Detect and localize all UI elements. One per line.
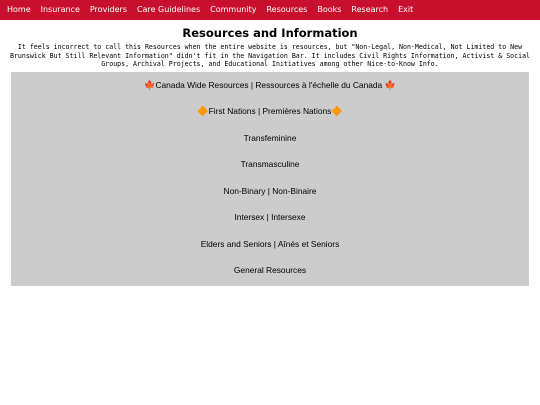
nav-research[interactable]: Research: [346, 0, 393, 20]
nav-community[interactable]: Community: [205, 0, 261, 20]
intro-text: It feels incorrect to call this Resource…: [9, 43, 531, 69]
link-general-resources[interactable]: General Resources: [11, 264, 529, 291]
orange-diamond-icon: 🔶: [331, 106, 343, 117]
link-intersex[interactable]: Intersex | Intersexe: [11, 211, 529, 238]
nav-exit[interactable]: Exit: [393, 0, 418, 20]
link-elders-seniors[interactable]: Elders and Seniors | Aînés et Seniors: [11, 238, 529, 265]
orange-diamond-icon: 🔶: [197, 106, 209, 117]
nav-care-guidelines[interactable]: Care Guidelines: [132, 0, 205, 20]
maple-leaf-icon: 🍁: [384, 79, 396, 90]
nav-providers[interactable]: Providers: [85, 0, 132, 20]
nav-insurance[interactable]: Insurance: [36, 0, 85, 20]
nav-home[interactable]: Home: [2, 0, 36, 20]
page-title: Resources and Information: [182, 26, 358, 40]
link-first-nations[interactable]: 🔶First Nations | Premières Nations🔶: [11, 105, 529, 132]
link-transfeminine[interactable]: Transfeminine: [11, 132, 529, 159]
nav-books[interactable]: Books: [312, 0, 346, 20]
link-first-nations-label: First Nations | Premières Nations: [208, 106, 332, 117]
nav-resources[interactable]: Resources: [261, 0, 312, 20]
nav-bar: Home Insurance Providers Care Guidelines…: [0, 0, 540, 20]
resource-links-panel: 🍁Canada Wide Resources | Ressources à l'…: [11, 71, 529, 286]
link-non-binary[interactable]: Non-Binary | Non-Binaire: [11, 185, 529, 212]
link-canada-wide-label: Canada Wide Resources | Ressources à l'é…: [155, 79, 383, 90]
link-transmasculine[interactable]: Transmasculine: [11, 158, 529, 185]
maple-leaf-icon: 🍁: [144, 79, 156, 90]
link-canada-wide[interactable]: 🍁Canada Wide Resources | Ressources à l'…: [11, 79, 529, 106]
